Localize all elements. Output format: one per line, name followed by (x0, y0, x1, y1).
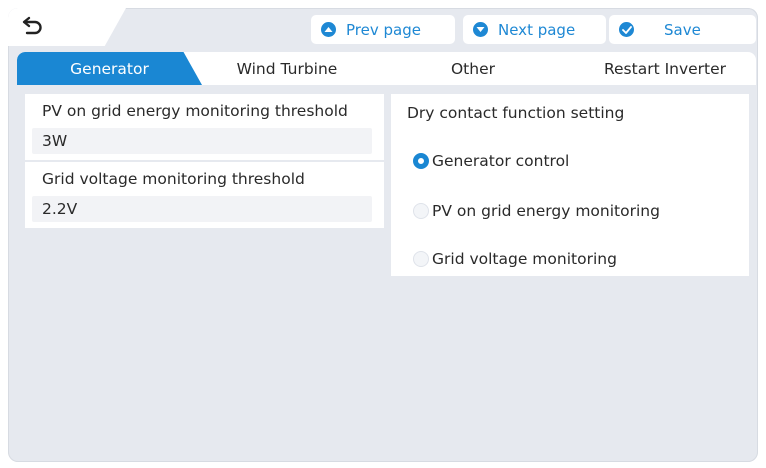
grid-threshold-input[interactable]: 2.2V (32, 196, 372, 222)
next-page-button[interactable]: Next page (463, 15, 606, 44)
dry-contact-card: Dry contact function setting Generator c… (391, 94, 749, 276)
check-circle-icon (619, 22, 634, 37)
radio-button[interactable] (413, 251, 429, 267)
top-bar: Prev page Next page Save (8, 8, 758, 52)
next-page-label: Next page (498, 20, 576, 39)
radio-button[interactable] (413, 203, 429, 219)
radio-option-generator-control[interactable]: Generator control (413, 152, 569, 170)
back-arrow-icon (22, 16, 42, 35)
radio-option-label: Grid voltage monitoring (432, 250, 617, 268)
prev-page-label: Prev page (346, 20, 421, 39)
radio-button-selected[interactable] (413, 153, 429, 169)
tab-generator[interactable]: Generator (17, 52, 202, 85)
pv-threshold-input[interactable]: 3W (32, 128, 372, 154)
radio-option-label: PV on grid energy monitoring (432, 202, 660, 220)
settings-tabs: Generator Wind Turbine Other Restart Inv… (17, 52, 756, 85)
back-button[interactable] (8, 8, 126, 46)
settings-screen: Prev page Next page Save Generator Wind … (8, 8, 758, 462)
tab-wind-turbine[interactable]: Wind Turbine (202, 52, 372, 85)
grid-threshold-label: Grid voltage monitoring threshold (42, 170, 305, 188)
radio-option-pv-monitoring[interactable]: PV on grid energy monitoring (413, 202, 660, 220)
dry-contact-title: Dry contact function setting (407, 104, 625, 122)
save-button[interactable]: Save (609, 15, 756, 44)
tab-other[interactable]: Other (372, 52, 574, 85)
chevron-up-circle-icon (321, 22, 336, 37)
radio-option-grid-voltage-monitoring[interactable]: Grid voltage monitoring (413, 250, 617, 268)
chevron-down-circle-icon (473, 22, 488, 37)
grid-threshold-card: Grid voltage monitoring threshold 2.2V (25, 162, 384, 228)
pv-threshold-label: PV on grid energy monitoring threshold (42, 102, 348, 120)
radio-option-label: Generator control (432, 152, 570, 170)
tab-restart-inverter[interactable]: Restart Inverter (574, 52, 756, 85)
save-label: Save (664, 20, 701, 39)
pv-threshold-card: PV on grid energy monitoring threshold 3… (25, 94, 384, 160)
device-frame: Prev page Next page Save Generator Wind … (0, 0, 766, 468)
prev-page-button[interactable]: Prev page (311, 15, 455, 44)
